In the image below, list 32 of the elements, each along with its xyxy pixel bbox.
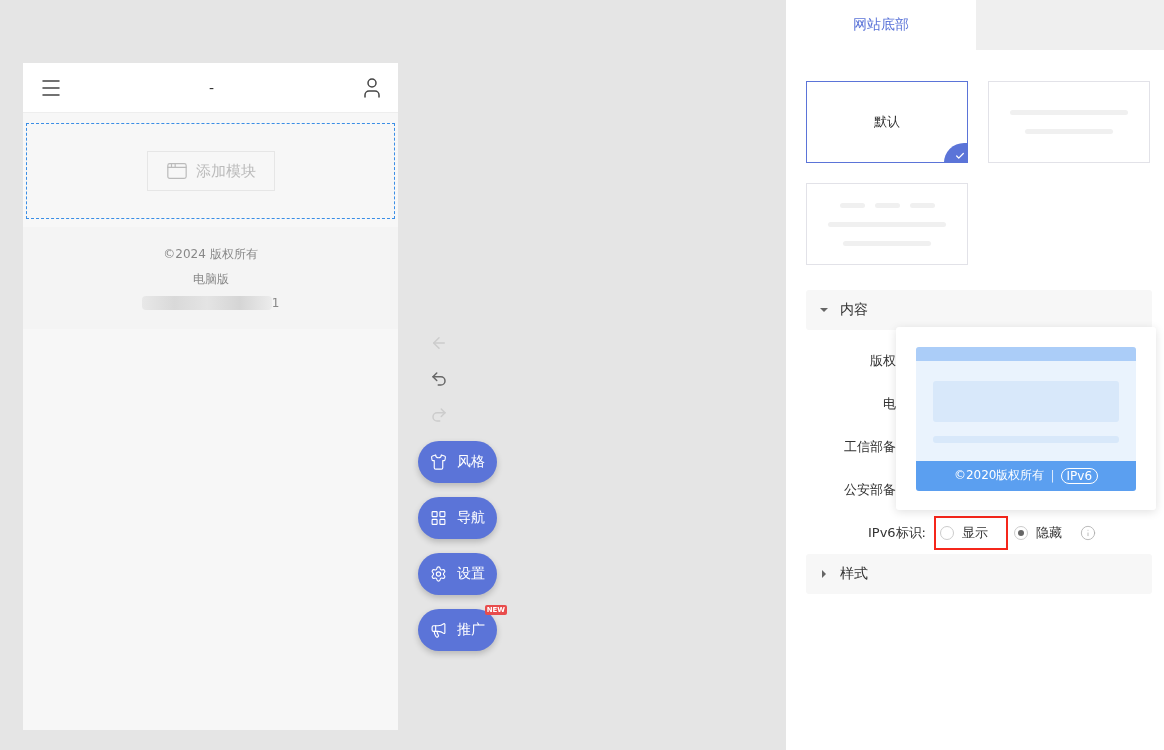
footer-text: 1 bbox=[271, 296, 280, 310]
field-label: 版权 bbox=[869, 352, 896, 370]
field-label: IPv6标识: bbox=[866, 524, 926, 542]
gear-icon bbox=[430, 563, 447, 585]
template-card[interactable]: 默认 bbox=[806, 81, 968, 163]
template-card[interactable] bbox=[988, 81, 1150, 163]
tool-button[interactable]: 导航 bbox=[418, 497, 497, 539]
field-label: 电 bbox=[882, 395, 896, 413]
shirt-icon bbox=[430, 451, 447, 473]
field-label: 公安部备 bbox=[843, 481, 896, 499]
template-card[interactable] bbox=[806, 183, 968, 265]
preview-title: - bbox=[208, 79, 215, 96]
template-label: 默认 bbox=[874, 113, 900, 131]
radio-option[interactable]: 显示 bbox=[934, 516, 1008, 550]
tool-button[interactable]: 风格 bbox=[418, 441, 497, 483]
caret-down-icon bbox=[820, 306, 828, 314]
window-plus-icon bbox=[165, 160, 188, 182]
popover-copyright: ©2020版权所有 bbox=[953, 467, 1045, 484]
field-label: 工信部备 bbox=[843, 438, 896, 456]
panel-tab[interactable]: 网站底部 bbox=[786, 0, 976, 50]
tool-button[interactable]: 设置 bbox=[418, 553, 497, 595]
radio-option[interactable]: 隐藏 bbox=[1008, 516, 1082, 550]
copyright-text: ©2024 版权所有 bbox=[163, 246, 258, 263]
info-icon[interactable] bbox=[1080, 525, 1096, 541]
undo-icon bbox=[430, 369, 448, 388]
check-icon bbox=[955, 151, 965, 161]
caret-right-icon bbox=[820, 570, 828, 578]
separator-text: | bbox=[1050, 468, 1055, 483]
section-header[interactable]: 内容 bbox=[806, 290, 1152, 330]
section-header[interactable]: 样式 bbox=[806, 554, 1152, 594]
desktop-version-link[interactable]: 电脑版 bbox=[192, 271, 229, 288]
redo-icon bbox=[430, 405, 448, 424]
